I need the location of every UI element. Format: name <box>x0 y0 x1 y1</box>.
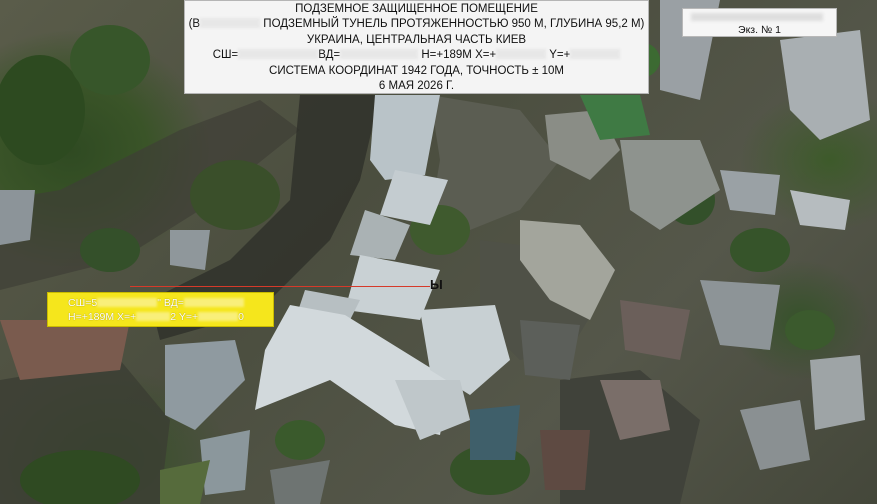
redacted-text <box>200 18 261 29</box>
coord-box-lat: СШ=5 <box>68 297 98 309</box>
header-info-box: ПОДЗЕМНОЕ ЗАЩИЩЕННОЕ ПОМЕЩЕНИЕ (В ПОДЗЕМ… <box>184 0 649 94</box>
copy-number-box: Экз. № 1 <box>682 8 837 37</box>
coordinate-label-box: СШ=5 " ВД= H=+189М X=+ 2 Y=+ 0 <box>47 292 274 327</box>
coord-box-lon: " ВД= <box>157 297 184 309</box>
header-coordinates: СШ= ВД= H=+189М X=+ Y=+ <box>185 48 648 63</box>
redacted-text <box>691 13 823 21</box>
coord-y: Y=+ <box>549 49 571 62</box>
redacted-text <box>238 49 319 60</box>
header-line-2-text: ПОДЗЕМНЫЙ ТУНЕЛЬ ПРОТЯЖЕННОСТЬЮ 950 М, Г… <box>263 18 645 31</box>
header-title: ПОДЗЕМНОЕ ЗАЩИЩЕННОЕ ПОМЕЩЕНИЕ <box>295 3 538 15</box>
redacted-text <box>570 49 621 60</box>
header-date: 6 МАЯ 2026 Г. <box>378 80 455 93</box>
coord-box-height-x: H=+189М X=+ <box>68 311 137 323</box>
marker-line <box>130 286 430 287</box>
coord-box-line-1: СШ=5 " ВД= <box>68 296 273 310</box>
redacted-text <box>198 312 239 321</box>
header-location: УКРАИНА, ЦЕНТРАЛЬНАЯ ЧАСТЬ КИЕВ <box>306 33 527 46</box>
coord-box-y: 2 Y=+ <box>170 311 199 323</box>
redacted-text <box>136 312 171 321</box>
coord-box-y-end: 0 <box>238 311 244 323</box>
target-marker-label: Ы <box>430 277 443 292</box>
header-line-2: (В ПОДЗЕМНЫЙ ТУНЕЛЬ ПРОТЯЖЕННОСТЬЮ 950 М… <box>185 17 648 32</box>
redacted-text <box>97 298 158 307</box>
coord-box-line-2: H=+189М X=+ 2 Y=+ 0 <box>68 310 273 324</box>
copy-number-label: Экз. № 1 <box>738 24 781 36</box>
coord-lat-label: СШ= <box>212 49 239 62</box>
coord-lon-label: ВД= <box>318 49 341 62</box>
redacted-text <box>496 49 547 60</box>
coord-height-x: H=+189М X=+ <box>421 49 497 62</box>
redacted-text <box>183 298 244 307</box>
header-line-2-prefix: (В <box>188 18 201 31</box>
redacted-text <box>340 49 419 60</box>
header-coord-system: СИСТЕМА КООРДИНАТ 1942 ГОДА, ТОЧНОСТЬ ± … <box>269 64 564 77</box>
